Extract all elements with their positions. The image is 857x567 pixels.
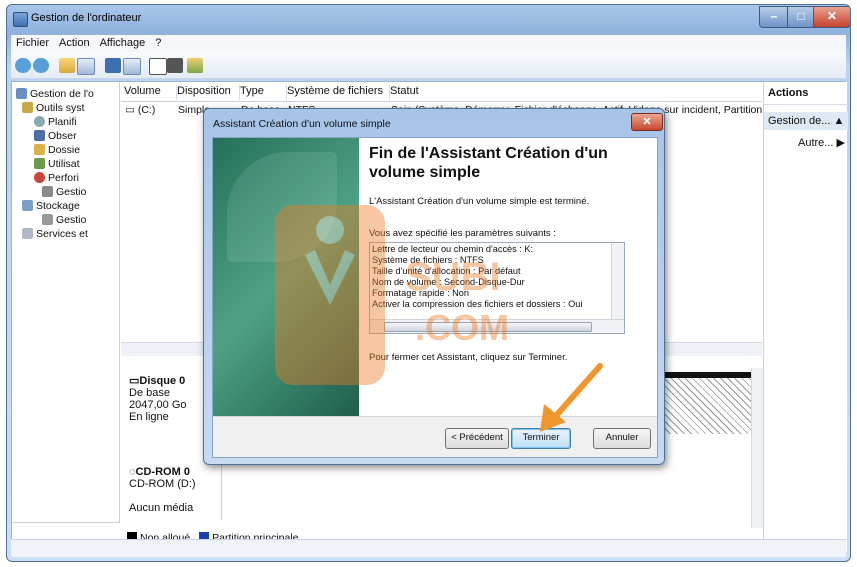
tree-services[interactable]: Services et: [22, 228, 88, 240]
actions-header: Actions: [764, 87, 848, 105]
menu-bar: Fichier Action Affichage?: [11, 35, 846, 53]
status-bar: [11, 539, 846, 557]
maximize-icon: □: [797, 9, 805, 23]
tree-item[interactable]: Obser: [34, 130, 77, 142]
unallocated-space[interactable]: [657, 372, 757, 434]
tree-storage[interactable]: Stockage: [22, 200, 80, 212]
col-type[interactable]: Type: [237, 85, 287, 100]
tree-disk-management[interactable]: Gestio: [42, 214, 86, 226]
shared-folder-icon: [34, 144, 45, 155]
hscroll-thumb[interactable]: [384, 322, 592, 332]
param-line: Système de fichiers : NTFS: [372, 255, 484, 265]
menu-help[interactable]: ?: [150, 35, 166, 51]
param-line: Taille d'unité d'allocation : Par défaut: [372, 266, 521, 276]
wizard-dialog: Assistant Création d'un volume simple ✕ …: [203, 108, 665, 465]
param-line: Formatage rapide : Non: [372, 288, 470, 298]
actions-pane: Actions Gestion de... ▲ Autre... ▶: [763, 82, 848, 552]
wizard-heading: Fin de l'Assistant Création d'un volume …: [369, 145, 608, 181]
back-icon[interactable]: [15, 58, 31, 73]
tree-item[interactable]: Perfori: [34, 172, 79, 184]
col-filesystem[interactable]: Système de fichiers: [284, 85, 390, 100]
event-viewer-icon: [34, 130, 45, 141]
computer-icon: [16, 88, 27, 99]
finish-button[interactable]: Terminer: [511, 428, 571, 449]
help-icon[interactable]: [105, 58, 121, 73]
dialog-close-button[interactable]: ✕: [631, 113, 663, 131]
export-icon[interactable]: [167, 58, 183, 73]
tree-item[interactable]: Dossie: [34, 144, 80, 156]
previous-button[interactable]: < Précédent: [445, 428, 509, 449]
tree-item[interactable]: Utilisat: [34, 158, 80, 170]
minimize-button[interactable]: –: [759, 6, 789, 28]
close-icon: ✕: [642, 116, 652, 128]
window-title: Gestion de l'ordinateur: [31, 12, 142, 24]
disk-vscroll[interactable]: [751, 368, 763, 528]
column-header: Volume Disposition Type Système de fichi…: [121, 82, 762, 102]
console-tree: Gestion de l'o Outils syst Planifi Obser…: [12, 82, 120, 522]
users-icon: [34, 158, 45, 169]
col-status[interactable]: Statut: [387, 85, 762, 100]
toolbar: [11, 53, 846, 79]
console-tree-icon[interactable]: [77, 58, 95, 75]
title-bar[interactable]: Gestion de l'ordinateur – □ ✕: [7, 5, 850, 33]
param-line: Lettre de lecteur ou chemin d'accès : K:: [372, 244, 534, 254]
action-gestion[interactable]: Gestion de... ▲: [764, 112, 848, 130]
tree-root[interactable]: Gestion de l'o: [16, 88, 94, 100]
action-autre[interactable]: Autre... ▶: [798, 136, 845, 149]
params-hscroll[interactable]: [370, 319, 624, 333]
dialog-body: Fin de l'Assistant Création d'un volume …: [212, 137, 658, 458]
minimize-icon: –: [770, 9, 778, 23]
cancel-button[interactable]: Annuler: [593, 428, 651, 449]
wizard-specified-text: Vous avez spécifié les paramètres suivan…: [369, 228, 556, 239]
folder-up-icon[interactable]: [59, 58, 75, 73]
scheduler-icon: [34, 116, 45, 127]
menu-action[interactable]: Action: [54, 35, 95, 51]
wizard-done-text: L'Assistant Création d'un volume simple …: [369, 196, 590, 207]
col-volume[interactable]: Volume: [121, 85, 177, 100]
performance-icon: [34, 172, 45, 183]
disk-icon: ▭: [129, 375, 140, 387]
close-icon: ✕: [826, 9, 838, 23]
param-line: Nom de volume : Second-Disque-Dur: [372, 277, 525, 287]
properties-icon[interactable]: [149, 58, 167, 75]
device-manager-icon: [42, 186, 53, 197]
param-line: Activer la compression des fichiers et d…: [372, 299, 583, 309]
dialog-footer: < Précédent Terminer Annuler: [213, 416, 657, 457]
drive-icon: ▭: [125, 104, 135, 116]
parameters-box[interactable]: Lettre de lecteur ou chemin d'accès : K:…: [369, 242, 625, 334]
services-icon: [22, 228, 33, 239]
storage-icon: [22, 200, 33, 211]
wizard-close-info: Pour fermer cet Assistant, cliquez sur T…: [369, 352, 568, 363]
disk-icon[interactable]: [187, 58, 203, 73]
show-hide-icon[interactable]: [123, 58, 141, 75]
menu-fichier[interactable]: Fichier: [11, 35, 54, 51]
collapse-icon: ▲: [833, 115, 845, 127]
tree-item[interactable]: Gestio: [42, 186, 86, 198]
cdrom-info[interactable]: ◌CD-ROM 0 CD-ROM (D:) Aucun média: [129, 466, 221, 536]
forward-icon[interactable]: [33, 58, 49, 73]
dialog-title: Assistant Création d'un volume simple: [213, 118, 391, 130]
wizard-side-image: [213, 138, 359, 416]
close-button[interactable]: ✕: [813, 6, 850, 28]
disk-management-icon: [42, 214, 53, 225]
tree-item[interactable]: Planifi: [34, 116, 77, 128]
params-vscroll[interactable]: [611, 243, 624, 321]
tools-icon: [22, 102, 33, 113]
maximize-button[interactable]: □: [787, 6, 815, 28]
menu-affichage[interactable]: Affichage: [95, 35, 151, 51]
expand-icon: ▶: [836, 137, 845, 149]
tree-tools[interactable]: Outils syst: [22, 102, 84, 114]
col-disposition[interactable]: Disposition: [174, 85, 240, 100]
app-icon: [13, 12, 28, 27]
